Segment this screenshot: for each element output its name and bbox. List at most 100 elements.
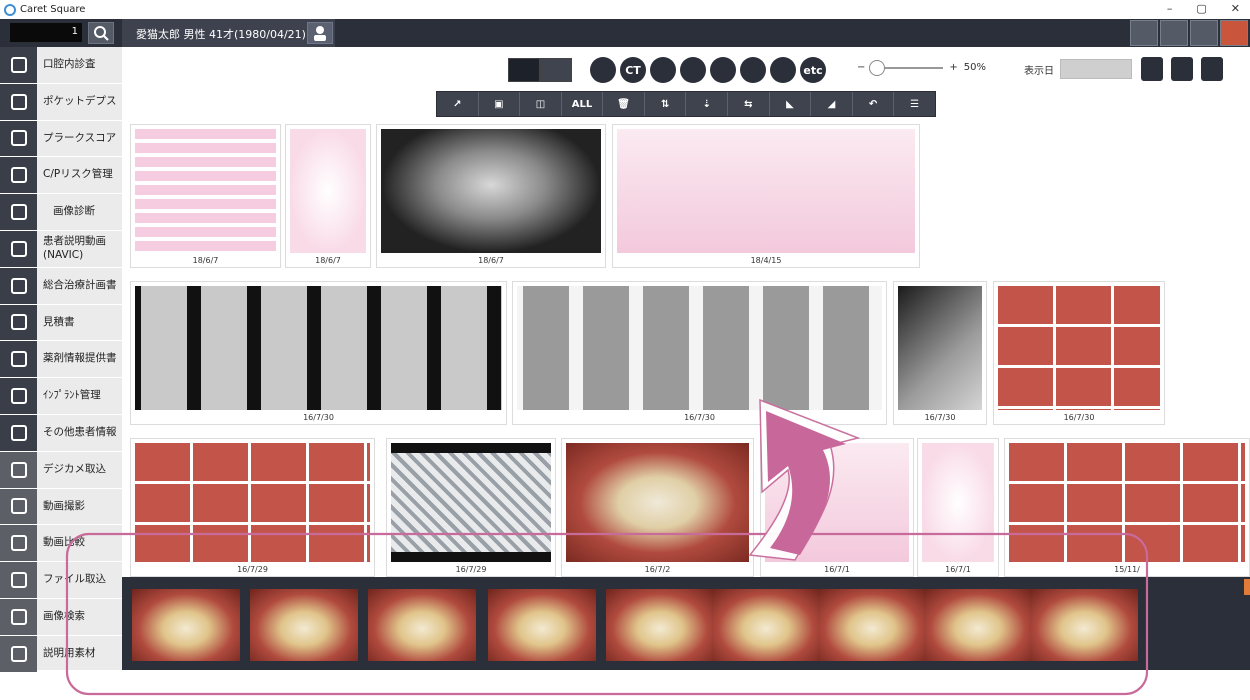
sidebar-item-9[interactable]: 薬剤情報提供書 [0,341,122,379]
image-thumbnail[interactable]: 16/7/30 [512,281,887,425]
image-thumbnail[interactable]: 18/6/7 [130,124,281,268]
sidebar-item-label: 動画撮影 [43,499,85,512]
strip-photo[interactable] [818,589,926,661]
image-thumbnail[interactable]: 16/7/30 [993,281,1165,425]
strip-photo[interactable] [488,589,596,661]
display-date-field[interactable] [1060,59,1132,79]
grid-filter-button[interactable] [710,57,736,83]
flip-horizontal-button[interactable]: ⇆ [728,92,770,116]
thumbnail-image [998,286,1160,410]
image-thumbnail[interactable]: 16/7/29 [130,438,375,577]
image-thumbnail[interactable]: 16/7/29 [386,438,556,577]
delete-button[interactable]: 🗑 [603,92,645,116]
image-thumbnail[interactable]: 15/11/ [1004,438,1250,577]
sidebar-item-8[interactable]: 見積書 [0,304,122,342]
flip-vertical-button[interactable]: ⇅ [645,92,687,116]
patient-search-button[interactable] [88,22,114,44]
face-filter-button[interactable] [770,57,796,83]
sidebar-item-label: 画像検索 [43,610,85,623]
thumbnail-date: 16/7/30 [684,413,715,422]
image-thumbnail[interactable]: 18/6/7 [376,124,606,268]
minimize-button[interactable]: – [1167,2,1173,15]
sidebar-item-12[interactable]: デジカメ取込 [0,451,122,489]
rotate-right-button[interactable]: ◢ [811,92,853,116]
zoom-slider-knob[interactable] [869,59,886,76]
sidebar-item-16[interactable]: 画像検索 [0,598,122,636]
user-settings-button[interactable] [1190,20,1218,46]
strip-photo[interactable] [132,589,240,661]
patient-id-field[interactable]: 1 [10,23,82,42]
rotate-left-button[interactable]: ◣ [770,92,812,116]
sidebar-item-15[interactable]: ファイル取込 [0,562,122,599]
image-thumbnail[interactable]: 18/6/7 [285,124,371,268]
sidebar-item-13[interactable]: 動画撮影 [0,488,122,526]
sidebar-item-5[interactable]: 画像診断 [0,194,122,231]
calculator-icon-glyph [10,314,27,331]
close-window-button[interactable]: ✕ [1231,2,1240,15]
undo-button[interactable]: ↶ [853,92,895,116]
thumbnail-date: 16/7/30 [303,413,334,422]
video-camera-icon [0,488,37,525]
sidebar-item-label: 薬剤情報提供書 [43,352,117,365]
view-toggle [508,58,572,82]
manual-button[interactable] [1130,20,1158,46]
intraoral-filter-button[interactable] [590,57,616,83]
sidebar-item-2[interactable]: ポケットデプス [0,83,122,121]
sidebar-item-3[interactable]: プラークスコア [0,120,122,158]
image-search-icon [0,598,37,635]
sidebar-item-7[interactable]: 総合治療計画書 [0,267,122,305]
date-search-button[interactable] [1171,57,1193,81]
zoom-out-button[interactable]: − [857,62,865,73]
thumbnail-image [1009,443,1245,562]
tooth-filter-button[interactable] [650,57,676,83]
image-thumbnail[interactable]: 18/4/15 [612,124,920,268]
menu-button[interactable]: ☰ [894,92,935,116]
sidebar-item-label: C/Pリスク管理 [43,168,113,181]
copy-button[interactable]: ▣ [479,92,521,116]
show-all-dates-button[interactable] [1201,57,1223,81]
ct-filter-button[interactable]: CT [620,57,646,83]
strip-photo[interactable] [712,589,820,661]
close-patient-button[interactable] [1220,20,1248,46]
patient-profile-button[interactable] [307,22,333,44]
dental-film-filter-button[interactable] [740,57,766,83]
image-thumbnail[interactable]: 16/7/2 [561,438,754,577]
panorama-filter-button[interactable] [680,57,706,83]
export-button[interactable]: ↗ [437,92,479,116]
thumbnail-image [617,129,915,253]
image-thumbnail[interactable]: 16/7/30 [893,281,987,425]
sidebar-item-4[interactable]: C/Pリスク管理 [0,157,122,195]
thumbnail-date: 16/7/30 [1063,413,1095,422]
thumbnail-view-button[interactable] [508,58,540,82]
image-thumbnail[interactable]: 16/7/1 [760,438,914,577]
zoom-in-button[interactable]: + [949,62,957,73]
sidebar-item-6[interactable]: 患者説明動画 (NAVIC) [0,230,122,268]
strip-photo[interactable] [606,589,714,661]
calendar-button[interactable] [1141,57,1163,81]
image-search-icon-glyph [10,608,27,625]
refresh-button[interactable] [1160,20,1188,46]
document-edit-icon-glyph [10,277,27,294]
strip-expand-tab[interactable] [1244,579,1250,595]
sidebar-item-1[interactable]: 口腔内診査 [0,47,122,84]
sidebar-item-14[interactable]: 動画比較 [0,525,122,563]
compare-button[interactable]: ◫ [520,92,562,116]
sidebar-item-label: その他患者情報 [43,426,117,439]
sidebar-item-11[interactable]: その他患者情報 [0,414,122,452]
sidebar-item-10[interactable]: ｲﾝﾌﾟﾗﾝﾄ管理 [0,378,122,415]
image-thumbnail[interactable]: 16/7/30 [130,281,507,425]
image-diagnosis-icon [0,194,37,230]
etc-filter-button[interactable]: etc [800,57,826,83]
sidebar-item-17[interactable]: 説明用素材 [0,635,122,673]
zoom-slider[interactable] [869,59,944,76]
thumbnail-date: 18/6/7 [478,256,504,265]
image-thumbnail[interactable]: 16/7/1 [917,438,999,577]
strip-photo[interactable] [368,589,476,661]
list-view-button[interactable] [540,58,572,82]
select-all-button[interactable]: ALL [562,92,604,116]
flip-down-button[interactable]: ⇣ [686,92,729,116]
maximize-button[interactable]: ▢ [1196,2,1206,15]
strip-photo[interactable] [1030,589,1138,661]
strip-photo[interactable] [250,589,358,661]
strip-photo[interactable] [924,589,1032,661]
